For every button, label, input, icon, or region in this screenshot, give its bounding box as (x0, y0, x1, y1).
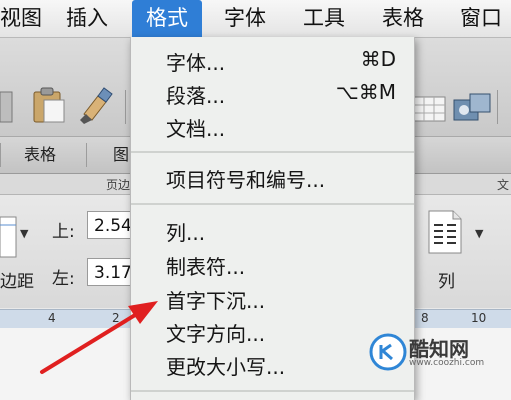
menu-tools[interactable]: 工具 (303, 0, 345, 37)
ruler-tick: 2 (112, 311, 120, 325)
margins-label: 边距 (0, 272, 34, 292)
menu-item-paragraph[interactable]: 段落... (166, 80, 225, 109)
group-label-margins: 页边 (106, 178, 131, 192)
watermark-logo-icon (369, 333, 407, 371)
format-painter-icon[interactable] (76, 84, 116, 126)
menu-view[interactable]: 视图 (0, 0, 42, 37)
menu-item-drop-cap[interactable]: 首字下沉... (166, 285, 265, 314)
group-label-text: 文 (497, 178, 510, 192)
menu-insert[interactable]: 插入 (66, 0, 108, 37)
left-margin-label: 左: (52, 269, 75, 289)
top-margin-input[interactable]: 2.54 (87, 211, 132, 239)
media-icon[interactable] (452, 90, 492, 126)
menu-separator (131, 151, 414, 153)
paste-icon[interactable] (32, 86, 66, 124)
menu-item-font[interactable]: 字体... (166, 47, 225, 76)
shortcut-paragraph: ⌥⌘M (335, 80, 396, 104)
margins-icon[interactable] (0, 215, 18, 259)
toolbar-divider (125, 90, 126, 124)
watermark-url: www.coozhi.com (409, 358, 485, 368)
menu-separator (131, 203, 414, 205)
tab-divider (0, 143, 1, 167)
chevron-down-icon[interactable]: ▼ (475, 227, 483, 240)
tab-charts[interactable]: 图 (113, 137, 129, 173)
chevron-down-icon[interactable]: ▼ (20, 227, 28, 240)
copy-icon[interactable] (0, 90, 14, 124)
menu-window[interactable]: 窗口 (460, 0, 502, 37)
ruler-tick: 8 (421, 311, 429, 325)
left-margin-input[interactable]: 3.17 (87, 258, 132, 286)
menu-item-change-case[interactable]: 更改大小写... (166, 351, 285, 380)
shortcut-font: ⌘D (360, 47, 396, 71)
top-margin-label: 上: (52, 222, 75, 242)
menu-item-tabs[interactable]: 制表符... (166, 251, 245, 280)
menu-item-document[interactable]: 文档... (166, 113, 225, 142)
tab-divider (86, 143, 87, 167)
ruler-tick: 4 (48, 311, 56, 325)
watermark: 酷知网 www.coozhi.com (367, 327, 507, 377)
menu-bar: 视图 插入 格式 字体 工具 表格 窗口 (0, 0, 511, 38)
tab-tables[interactable]: 表格 (24, 137, 56, 173)
table-icon[interactable] (412, 96, 446, 122)
toolbar-divider (497, 90, 498, 124)
menu-font[interactable]: 字体 (224, 0, 266, 37)
columns-label: 列 (438, 272, 455, 292)
ruler-tick: 10 (471, 311, 487, 325)
menu-separator (131, 390, 414, 392)
columns-icon[interactable] (427, 209, 463, 255)
menu-format[interactable]: 格式 (132, 0, 202, 37)
menu-item-text-direction[interactable]: 文字方向... (166, 318, 265, 347)
menu-item-bullets-numbering[interactable]: 项目符号和编号... (166, 164, 325, 193)
menu-item-columns[interactable]: 列... (166, 217, 205, 246)
menu-table[interactable]: 表格 (382, 0, 424, 37)
